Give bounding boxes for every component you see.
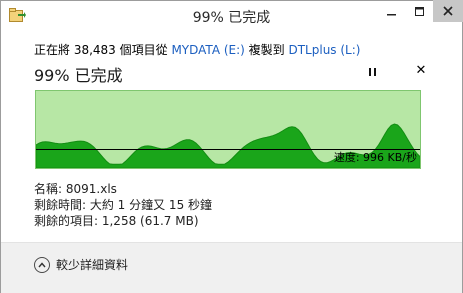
close-button[interactable]: [433, 0, 463, 22]
file-name: 名稱: 8091.xls: [34, 182, 117, 196]
minimize-icon: [387, 14, 396, 16]
progress-content: 正在將 38,483 個項目從 MYDATA (E:) 複製到 DTLplus …: [1, 31, 462, 242]
fewer-details-button[interactable]: 較少詳細資料: [34, 256, 128, 273]
destination-link[interactable]: DTLplus (L:): [288, 43, 360, 57]
dialog-footer: 較少詳細資料: [1, 242, 462, 293]
copy-prefix: 正在將 38,483 個項目從: [34, 43, 172, 57]
copy-progress-window: 99% 已完成 正在將 38,483 個項目從 MYDATA (E:) 複製到 …: [0, 0, 463, 293]
maximize-button[interactable]: [406, 1, 433, 23]
pause-icon: [368, 68, 371, 76]
minimize-button[interactable]: [378, 1, 406, 23]
time-remaining: 剩餘時間: 大約 1 分鐘又 15 秒鐘: [34, 198, 213, 212]
cancel-icon: ✕: [415, 63, 427, 78]
chevron-up-icon: [34, 256, 50, 273]
progress-title: 99% 已完成: [34, 66, 123, 85]
source-link[interactable]: MYDATA (E:): [171, 43, 244, 57]
close-icon: [443, 6, 453, 16]
items-remaining: 剩餘的項目: 1,258 (61.7 MB): [34, 214, 199, 228]
cancel-button[interactable]: ✕: [413, 63, 429, 79]
speed-label: 速度: 996 KB/秒: [333, 151, 417, 164]
fewer-details-label: 較少詳細資料: [56, 258, 129, 272]
title-bar: 99% 已完成: [1, 0, 463, 31]
pause-button[interactable]: [365, 65, 379, 79]
maximize-icon: [414, 7, 424, 16]
copy-description: 正在將 38,483 個項目從 MYDATA (E:) 複製到 DTLplus …: [34, 41, 360, 58]
copy-middle: 複製到: [244, 43, 289, 57]
speed-graph: 速度: 996 KB/秒: [35, 90, 421, 169]
